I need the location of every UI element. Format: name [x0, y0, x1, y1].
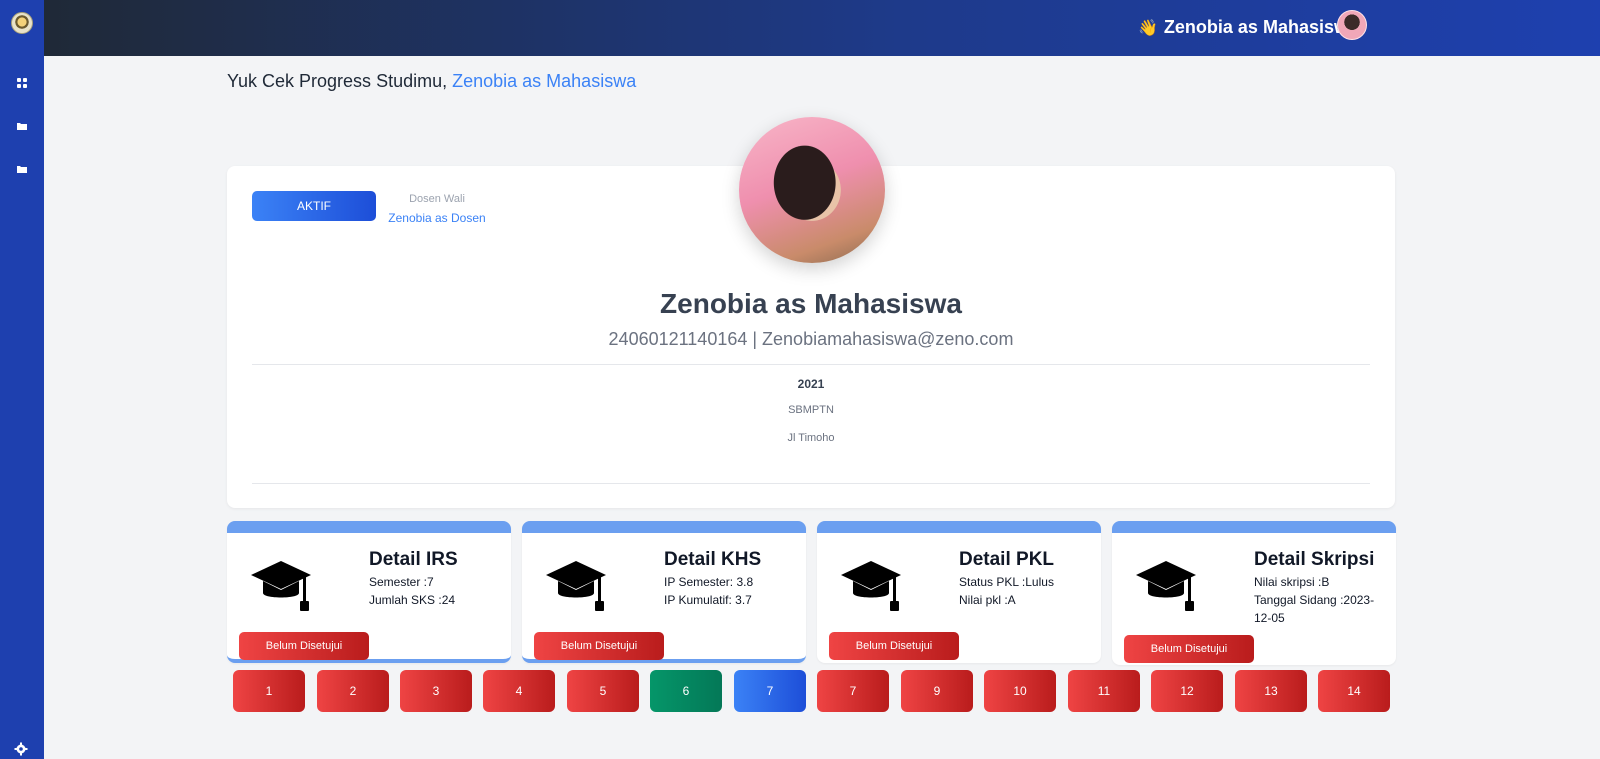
semester-button-13[interactable]: 13	[1235, 670, 1307, 712]
semester-button-14[interactable]: 14	[1318, 670, 1390, 712]
card-line: Nilai skripsi :B	[1254, 575, 1330, 589]
graduation-cap-icon	[841, 561, 901, 611]
folder-icon[interactable]	[13, 117, 31, 135]
semester-button-12[interactable]: 12	[1151, 670, 1223, 712]
card-title: Detail KHS	[664, 549, 762, 570]
card-title: Detail PKL	[959, 549, 1055, 570]
semester-button-7-active[interactable]: 7	[734, 670, 806, 712]
semester-button-5[interactable]: 5	[567, 670, 639, 712]
wave-icon: 👋	[1138, 20, 1158, 37]
semester-button-8[interactable]: 7	[817, 670, 889, 712]
detail-skripsi-card: Detail Skripsi Nilai skripsi :B Tanggal …	[1112, 521, 1396, 665]
student-name: Zenobia as Mahasiswa	[660, 288, 962, 319]
card-line: Tanggal Sidang :2023-12-05	[1254, 593, 1375, 625]
jalur-masuk: SBMPTN	[788, 404, 834, 416]
dashboard-icon[interactable]	[13, 74, 31, 92]
approval-status-button[interactable]: Belum Disetujui	[239, 632, 369, 660]
dosen-wali-label: Dosen Wali	[409, 193, 465, 205]
approval-status-button[interactable]: Belum Disetujui	[1124, 635, 1254, 663]
detail-irs-card: Detail IRS Semester :7 Jumlah SKS :24 Be…	[227, 521, 511, 663]
card-title: Detail IRS	[369, 549, 458, 570]
folder-icon[interactable]	[13, 160, 31, 178]
angkatan-year: 2021	[797, 377, 825, 391]
card-line: Status PKL :Lulus	[959, 575, 1054, 589]
profile-avatar	[739, 117, 885, 263]
gear-icon[interactable]	[14, 742, 28, 756]
graduation-cap-icon	[251, 561, 311, 611]
sidebar	[0, 0, 44, 759]
semester-button-10[interactable]: 10	[984, 670, 1056, 712]
alamat: Jl Timoho	[787, 432, 835, 444]
greeting-name: Zenobia as Mahasiswa	[452, 71, 637, 91]
divider	[252, 364, 1370, 365]
card-line: IP Semester: 3.8	[664, 575, 754, 589]
semester-button-4[interactable]: 4	[483, 670, 555, 712]
semester-button-9[interactable]: 9	[901, 670, 973, 712]
detail-pkl-card: Detail PKL Status PKL :Lulus Nilai pkl :…	[817, 521, 1101, 663]
status-badge[interactable]: AKTIF	[252, 191, 376, 221]
card-line: Semester :7	[369, 575, 434, 589]
topbar: 👋 Zenobia as Mahasiswa	[44, 0, 1600, 56]
graduation-cap-icon	[1136, 561, 1196, 611]
graduation-cap-icon	[546, 561, 606, 611]
topbar-avatar[interactable]	[1337, 10, 1367, 40]
card-line: Jumlah SKS :24	[369, 593, 456, 607]
semester-button-3[interactable]: 3	[400, 670, 472, 712]
approval-status-button[interactable]: Belum Disetujui	[829, 632, 959, 660]
approval-status-button[interactable]: Belum Disetujui	[534, 632, 664, 660]
semester-button-11[interactable]: 11	[1068, 670, 1140, 712]
card-title: Detail Skripsi	[1254, 549, 1375, 570]
student-nim-email: 24060121140164 | Zenobiamahasiswa@zeno.c…	[608, 329, 1014, 349]
detail-khs-card: Detail KHS IP Semester: 3.8 IP Kumulatif…	[522, 521, 806, 663]
topbar-user-name[interactable]: 👋 Zenobia as Mahasiswa	[1138, 17, 1358, 38]
divider	[252, 483, 1370, 484]
university-logo[interactable]	[11, 12, 33, 34]
page-greeting: Yuk Cek Progress Studimu, Zenobia as Mah…	[227, 71, 637, 91]
semester-button-2[interactable]: 2	[317, 670, 389, 712]
card-line: Nilai pkl :A	[959, 593, 1016, 607]
dosen-wali-name[interactable]: Zenobia as Dosen	[387, 211, 487, 225]
semester-button-6[interactable]: 6	[650, 670, 722, 712]
semester-button-1[interactable]: 1	[233, 670, 305, 712]
card-line: IP Kumulatif: 3.7	[664, 593, 752, 607]
